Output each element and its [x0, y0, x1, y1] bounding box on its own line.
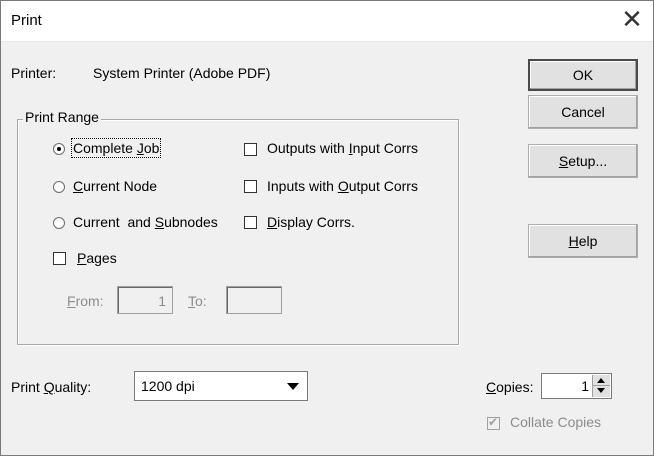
copies-spin[interactable]: [592, 375, 610, 397]
print-quality-select[interactable]: 1200 dpi: [134, 371, 308, 401]
current-subnodes-label[interactable]: Current and Subnodes: [73, 214, 218, 230]
complete-job-label[interactable]: Complete Job: [70, 138, 162, 158]
print-dialog: Print ✕ Printer: System Printer (Adobe P…: [0, 0, 654, 456]
to-field[interactable]: [226, 286, 282, 314]
current-node-label[interactable]: Current Node: [73, 178, 157, 194]
pages-checkbox[interactable]: [53, 252, 66, 265]
display-corrs-label[interactable]: Display Corrs.: [267, 214, 355, 230]
collate-copies-label: Collate Copies: [510, 414, 602, 430]
cancel-button[interactable]: Cancel: [528, 95, 638, 129]
spin-up-icon[interactable]: [597, 378, 605, 383]
outputs-with-input-corrs-checkbox[interactable]: [244, 143, 257, 156]
from-label: From:: [67, 293, 104, 309]
from-value: 1: [158, 293, 166, 309]
help-button[interactable]: Help: [528, 224, 638, 258]
printer-name: System Printer (Adobe PDF): [93, 65, 271, 81]
cancel-label: Cancel: [561, 104, 605, 120]
spin-divider: [593, 385, 610, 386]
spin-down-icon[interactable]: [597, 388, 605, 393]
copies-stepper[interactable]: 1: [541, 373, 612, 399]
to-label: To:: [188, 293, 207, 309]
current-subnodes-radio[interactable]: [53, 217, 65, 229]
inputs-with-output-corrs-label[interactable]: Inputs with Output Corrs: [267, 178, 418, 194]
print-range-title: Print Range: [23, 109, 101, 125]
current-node-radio[interactable]: [53, 181, 65, 193]
pages-label[interactable]: Pages: [77, 250, 117, 266]
help-label: Help: [568, 233, 598, 249]
copies-value: 1: [581, 378, 589, 394]
setup-button[interactable]: Setup...: [528, 144, 638, 178]
outputs-with-input-corrs-label[interactable]: Outputs with Input Corrs: [267, 140, 418, 156]
printer-label: Printer:: [11, 65, 57, 81]
inputs-with-output-corrs-checkbox[interactable]: [244, 180, 257, 193]
print-quality-label: Print Quality:: [11, 379, 92, 395]
display-corrs-checkbox[interactable]: [244, 216, 257, 229]
print-quality-value: 1200 dpi: [141, 378, 195, 394]
from-field[interactable]: 1: [117, 286, 173, 314]
complete-job-radio[interactable]: [53, 143, 65, 155]
setup-label: Setup...: [558, 153, 608, 169]
title-bar: Print ✕: [1, 1, 653, 42]
ok-label: OK: [572, 67, 594, 83]
collate-copies-checkbox[interactable]: [487, 415, 500, 430]
ok-button[interactable]: OK: [528, 59, 638, 91]
dialog-title: Print: [11, 12, 42, 29]
chevron-down-icon: [287, 383, 299, 390]
close-icon[interactable]: ✕: [619, 6, 645, 33]
copies-label: Copies:: [486, 379, 534, 395]
